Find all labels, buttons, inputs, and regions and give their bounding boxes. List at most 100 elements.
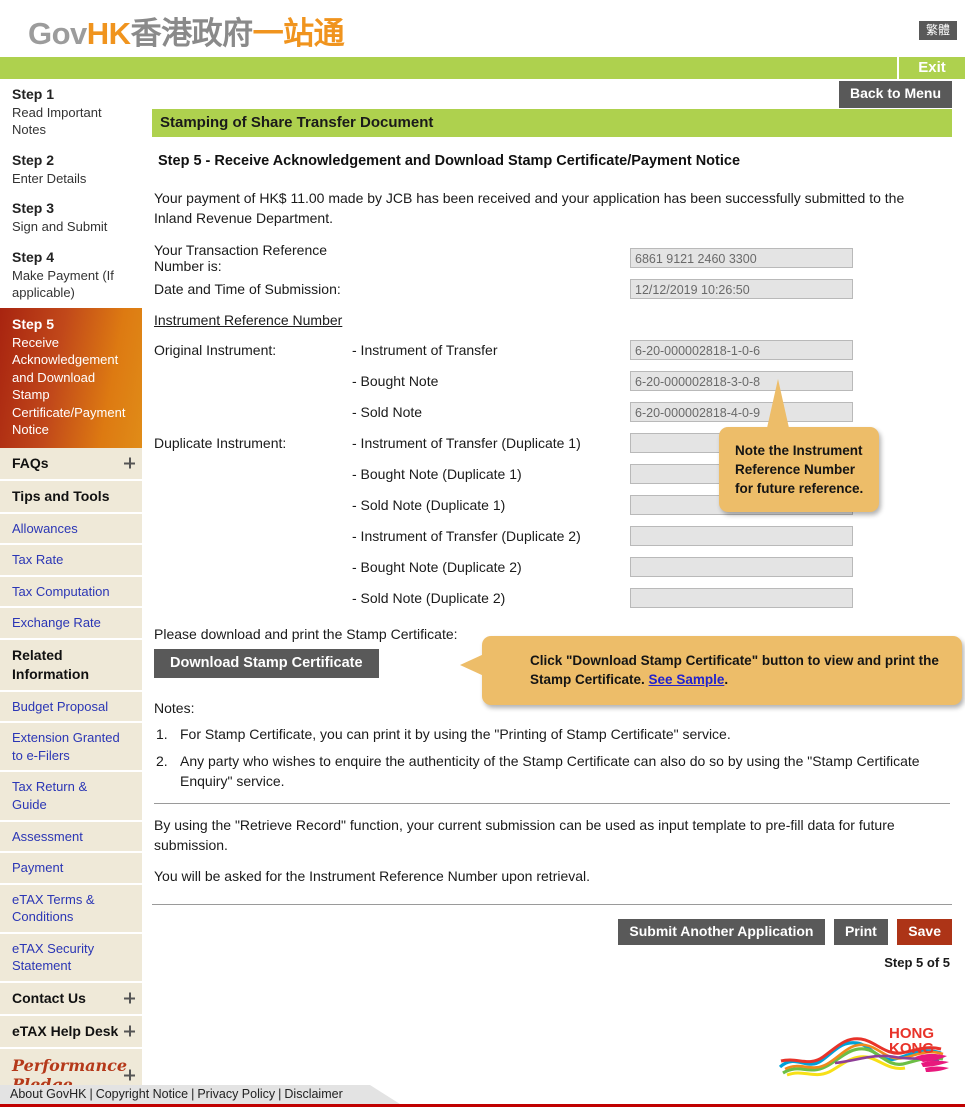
note-text: Any party who wishes to enquire the auth…: [180, 752, 920, 789]
sidebar-step-5[interactable]: Step 5 Receive Acknowledgement and Downlo…: [0, 307, 142, 449]
footer-links: About GovHK | Copyright Notice | Privacy Pol…: [10, 1087, 343, 1101]
sidebar-nav-label: Contact Us: [12, 989, 86, 1006]
submission-date-input[interactable]: [630, 279, 853, 300]
logo-gov-text: Gov: [28, 16, 87, 51]
footer-bar: About GovHK | Copyright Notice | Privacy Pol…: [0, 1085, 965, 1107]
instrument-reference-row: - Instrument of Transfer (Duplicate 2): [152, 521, 952, 552]
logo-chinese-gray: 香港政府: [130, 16, 254, 51]
footer-link[interactable]: Disclaimer: [284, 1087, 342, 1101]
sidebar-nav-label: Payment: [12, 860, 64, 876]
note-text: For Stamp Certificate, you can print it …: [180, 725, 731, 742]
instrument-type-label: - Bought Note (Duplicate 1): [352, 466, 522, 483]
hong-kong-dragon-icon: HONG KONG: [778, 1025, 949, 1077]
sidebar-nav-label: Extension Granted to e-Filers: [12, 730, 120, 763]
reference-fields: Your Transaction Reference Number is: Da…: [152, 242, 952, 614]
print-button[interactable]: Print: [833, 918, 888, 946]
retrieve-record-text: By using the "Retrieve Record" function,…: [154, 816, 895, 853]
site-header: GovHK香港政府一站通 繁體: [0, 0, 965, 57]
sidebar-step-4[interactable]: Step 4 Make Payment (If applicable): [0, 242, 142, 308]
callout-download-period: .: [724, 671, 729, 687]
instrument-reference-row: Original Instrument: - Instrument of Tran…: [152, 335, 952, 366]
original-instrument-rows: Original Instrument: - Instrument of Tran…: [152, 335, 952, 428]
footer-separator: |: [191, 1087, 195, 1101]
instrument-type-label: - Bought Note: [352, 373, 439, 390]
govhk-logo: GovHK香港政府一站通: [28, 8, 345, 53]
footer-separator: |: [89, 1087, 93, 1101]
sidebar-nav-item[interactable]: Related Information: [0, 639, 142, 692]
instrument-reference-input[interactable]: [630, 340, 853, 361]
sidebar: Step 1 Read Important Notes Step 2 Enter De…: [0, 79, 142, 1112]
submission-date-label: Date and Time of Submission:: [154, 281, 341, 298]
note-number: 1.: [156, 725, 168, 742]
note-item: 2. Any party who wishes to enquire the au…: [152, 751, 952, 791]
step-description: Read Important Notes: [12, 104, 102, 138]
instrument-type-label: - Sold Note: [352, 404, 423, 421]
duplicate-instrument-label: Duplicate Instrument:: [154, 435, 287, 452]
sidebar-nav-item[interactable]: Allowances: [0, 513, 142, 546]
instrument-reference-input[interactable]: [630, 402, 853, 423]
sidebar-nav-label: Tax Computation: [12, 583, 110, 599]
sidebar-nav-label: FAQs: [12, 455, 49, 472]
instrument-type-label: - Instrument of Transfer (Duplicate 1): [352, 435, 581, 452]
sidebar-nav-label: Tips and Tools: [12, 487, 110, 504]
step-section-title: Step 5 - Receive Acknowledgement and Dow…: [158, 153, 741, 169]
irn-heading-row: Instrument Reference Number: [152, 305, 952, 335]
footer-link[interactable]: About GovHK: [10, 1087, 86, 1101]
callout-instrument-reference: Note the Instrument Reference Number for…: [719, 378, 879, 513]
language-toggle-button[interactable]: 繁體: [918, 21, 957, 41]
exit-link[interactable]: Exit: [897, 57, 965, 79]
instrument-reference-input[interactable]: [630, 526, 853, 547]
sidebar-nav-label: Related Information: [12, 646, 89, 682]
sidebar-nav-item[interactable]: Tax Return & Guide: [0, 772, 142, 822]
sidebar-nav-label: eTAX Terms & Conditions: [12, 891, 95, 925]
sidebar-nav-label: Budget Proposal: [12, 698, 109, 714]
instrument-reference-row: - Sold Note: [152, 397, 952, 428]
transaction-reference-row: Your Transaction Reference Number is:: [152, 242, 952, 275]
instrument-reference-input[interactable]: [630, 557, 853, 578]
sidebar-nav-item[interactable]: Exchange Rate: [0, 608, 142, 640]
instrument-reference-input[interactable]: [630, 588, 853, 609]
submit-another-application-button[interactable]: Submit Another Application: [618, 918, 825, 946]
sidebar-step-3[interactable]: Step 3 Sign and Submit: [0, 193, 142, 241]
brand-kong-text: KONG: [889, 1040, 934, 1057]
step-list: Step 1 Read Important Notes Step 2 Enter De…: [0, 79, 142, 449]
instrument-reference-row: - Sold Note (Duplicate 2): [152, 583, 952, 614]
original-instrument-label: Original Instrument:: [154, 342, 277, 359]
save-button[interactable]: Save: [897, 918, 952, 946]
footer-link[interactable]: Privacy Policy: [197, 1087, 275, 1101]
sidebar-nav-item[interactable]: Budget Proposal: [0, 691, 142, 724]
footer-link[interactable]: Copyright Notice: [96, 1087, 188, 1101]
see-sample-link[interactable]: See Sample: [649, 672, 725, 687]
sidebar-nav-label: Exchange Rate: [12, 615, 101, 631]
sidebar-nav-item[interactable]: Tax Rate: [0, 545, 142, 577]
sidebar-nav-item[interactable]: eTAX Security Statement: [0, 933, 142, 983]
sidebar-nav-list: FAQs Tips and Tools Allowances Tax Rate Tax …: [0, 448, 142, 1104]
sidebar-nav-item[interactable]: eTAX Terms & Conditions: [0, 884, 142, 934]
sidebar-step-1[interactable]: Step 1 Read Important Notes: [0, 79, 142, 145]
sidebar-nav-item[interactable]: Tax Computation: [0, 576, 142, 609]
sidebar-nav-item[interactable]: Assessment: [0, 821, 142, 854]
transaction-reference-input[interactable]: [630, 248, 853, 269]
instrument-reference-input[interactable]: [630, 371, 853, 392]
sidebar-nav-label: Assessment: [12, 828, 83, 844]
instrument-type-label: - Sold Note (Duplicate 1): [352, 497, 506, 514]
sidebar-nav-item[interactable]: Payment: [0, 853, 142, 885]
main-content: Back to Menu Stamping of Share Transfer …: [152, 79, 962, 970]
submission-date-row: Date and Time of Submission:: [152, 274, 952, 305]
step-description: Enter Details: [12, 170, 87, 186]
sidebar-step-2[interactable]: Step 2 Enter Details: [0, 145, 142, 193]
sidebar-nav-item[interactable]: Extension Granted to e-Filers: [0, 723, 142, 773]
sidebar-nav-item[interactable]: Tips and Tools: [0, 480, 142, 514]
sidebar-nav-item[interactable]: Contact Us: [0, 982, 142, 1016]
step-title: Step 3: [12, 200, 55, 217]
callout-download-text: Click "Download Stamp Certificate" butto…: [530, 652, 939, 687]
transaction-reference-label: Your Transaction Reference Number is:: [154, 242, 328, 275]
back-to-menu-button[interactable]: Back to Menu: [838, 81, 952, 108]
instrument-reference-row: - Bought Note (Duplicate 2): [152, 552, 952, 583]
expand-plus-icon[interactable]: [124, 992, 135, 1004]
download-stamp-certificate-button[interactable]: Download Stamp Certificate: [154, 648, 379, 678]
expand-plus-icon[interactable]: [124, 457, 135, 469]
sidebar-nav-item[interactable]: FAQs: [0, 448, 142, 481]
step-description: Make Payment (If applicable): [12, 267, 114, 301]
green-nav-bar: Exit: [0, 57, 965, 79]
